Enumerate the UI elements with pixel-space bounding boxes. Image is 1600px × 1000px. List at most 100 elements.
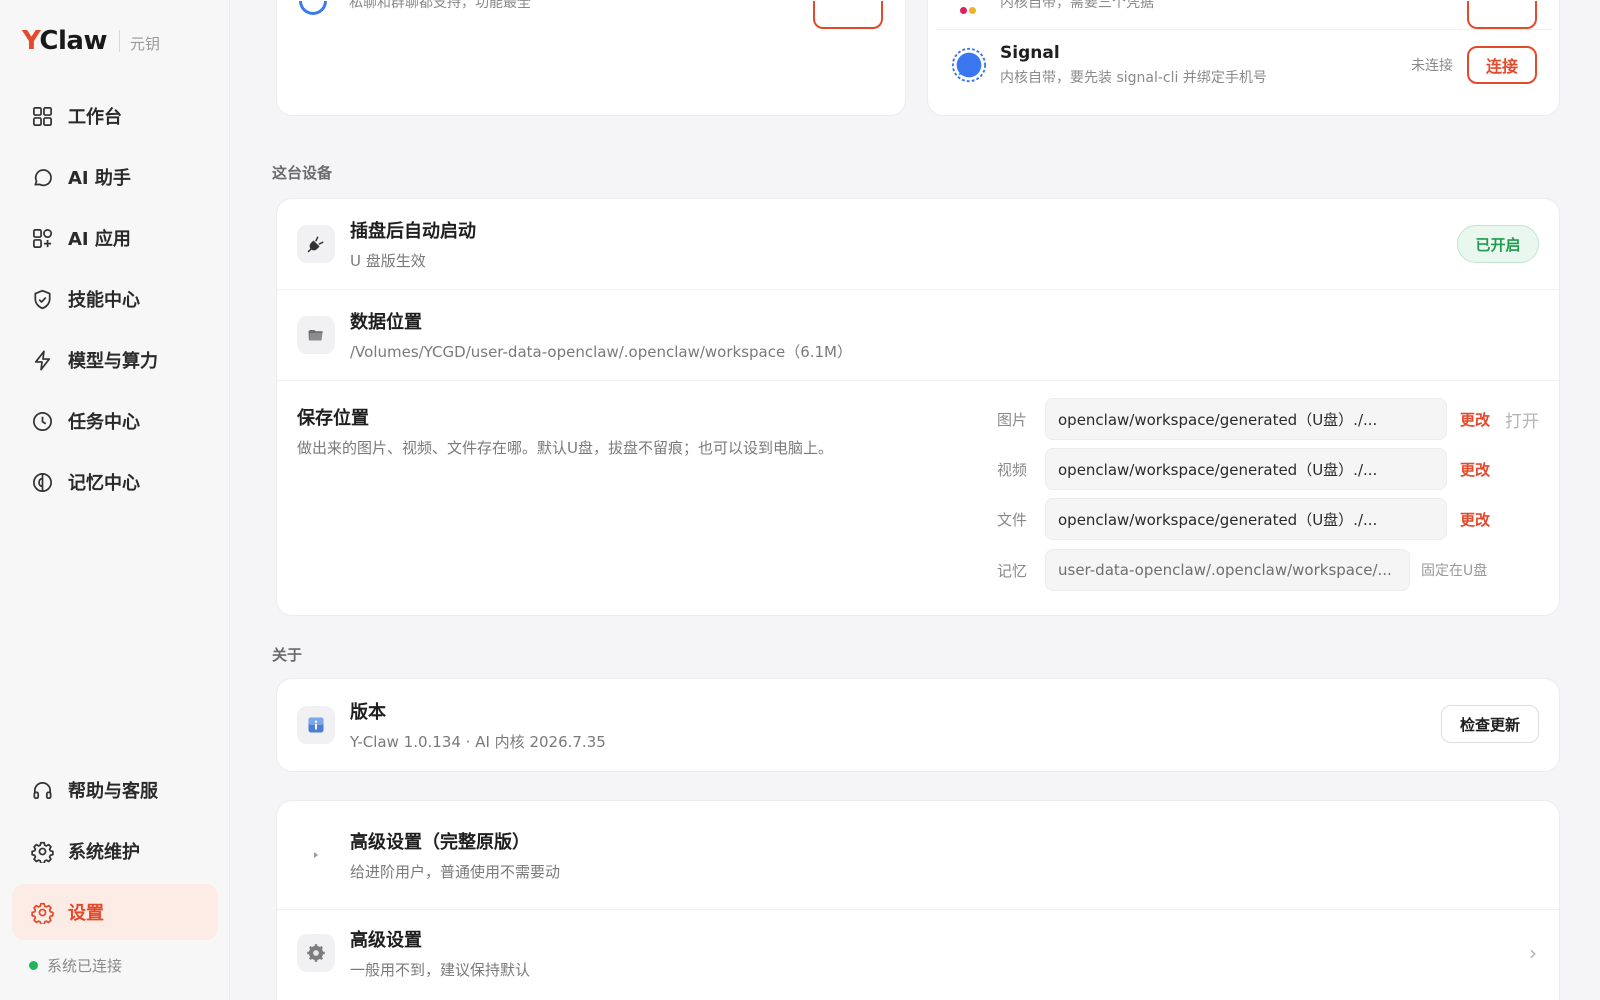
- autostart-title: 插盘后自动启动: [350, 221, 476, 242]
- autostart-row: 插盘后自动启动 U 盘版生效 已开启: [277, 199, 1559, 289]
- status-dot-icon: [29, 961, 38, 970]
- change-files-path-button[interactable]: 更改: [1460, 509, 1490, 530]
- sidebar-item-workbench[interactable]: 工作台: [12, 88, 218, 144]
- advanced-subtitle: 一般用不到，建议保持默认: [350, 961, 531, 979]
- data-location-path: /Volumes/YCGD/user-data-openclaw/.opencl…: [350, 343, 852, 361]
- channel-desc: 私聊和群聊都支持，功能最全: [349, 0, 531, 11]
- images-path-field[interactable]: openclaw/workspace/generated（U盘）./...: [1045, 398, 1447, 440]
- section-label-about: 关于: [272, 646, 303, 664]
- data-location-row: 数据位置 /Volumes/YCGD/user-data-openclaw/.o…: [277, 290, 1559, 380]
- autostart-toggle[interactable]: 已开启: [1457, 225, 1539, 263]
- sidebar-item-label: 设置: [68, 903, 104, 924]
- channel-connect-button[interactable]: [813, 1, 883, 29]
- autostart-subtitle: U 盘版生效: [350, 252, 426, 270]
- advanced-card: 高级设置（完整原版） 给进阶用户，普通使用不需要动 高级设置 一般用不到，建议保…: [276, 800, 1560, 1000]
- sidebar-item-label: 工作台: [68, 107, 122, 128]
- change-videos-path-button[interactable]: 更改: [1460, 459, 1490, 480]
- sidebar-item-label: 技能中心: [68, 290, 140, 311]
- advanced-full-row[interactable]: 高级设置（完整原版） 给进阶用户，普通使用不需要动: [277, 801, 1559, 909]
- sidebar-item-label: 帮助与客服: [68, 781, 158, 802]
- clock-icon: [30, 409, 54, 433]
- headphones-icon: [30, 778, 54, 802]
- sidebar-item-label: 系统维护: [68, 842, 140, 863]
- section-label-device: 这台设备: [272, 164, 333, 182]
- save-row-memory: 记忆 user-data-openclaw/.openclaw/workspac…: [997, 549, 1487, 591]
- version-row: 版本 Y-Claw 1.0.134 · AI 内核 2026.7.35 检查更新: [277, 679, 1559, 771]
- device-settings-card: 插盘后自动启动 U 盘版生效 已开启 数据位置 /Volumes/YCGD/us…: [276, 198, 1560, 616]
- save-row-label: 记忆: [997, 561, 1028, 580]
- channel-desc: 内核自带，要先装 signal-cli 并绑定手机号: [1000, 70, 1267, 86]
- sidebar-item-ai-apps[interactable]: AI 应用: [12, 210, 218, 266]
- signal-logo-icon: [951, 47, 987, 83]
- videos-path-field[interactable]: openclaw/workspace/generated（U盘）./...: [1045, 448, 1447, 490]
- brand-logo: YClaw: [22, 26, 107, 56]
- info-icon: [297, 706, 335, 744]
- sidebar-nav-bottom: 帮助与客服 系统维护 设置: [12, 762, 218, 945]
- divider: [277, 380, 1559, 381]
- save-row-images: 图片 openclaw/workspace/generated（U盘）./...…: [997, 398, 1539, 440]
- sidebar-item-settings[interactable]: 设置: [12, 884, 218, 940]
- save-row-label: 视频: [997, 460, 1028, 479]
- memory-fixed-note: 固定在U盘: [1421, 563, 1488, 579]
- save-row-label: 图片: [997, 410, 1028, 429]
- save-row-label: 文件: [997, 510, 1028, 529]
- open-folder-button[interactable]: 打开: [1505, 407, 1539, 432]
- chat-bubble-icon: [30, 165, 54, 189]
- save-location-title: 保存位置: [297, 408, 369, 429]
- about-card: 版本 Y-Claw 1.0.134 · AI 内核 2026.7.35 检查更新: [276, 678, 1560, 772]
- brand-divider: [118, 30, 120, 52]
- apps-icon: [30, 226, 54, 250]
- shield-check-icon: [30, 287, 54, 311]
- sidebar-item-label: 记忆中心: [68, 473, 140, 494]
- channel-desc: 内核自带，需要三个凭据: [1000, 0, 1154, 11]
- memory-icon: [30, 470, 54, 494]
- save-row-videos: 视频 openclaw/workspace/generated（U盘）./...…: [997, 448, 1490, 490]
- folder-icon: [297, 316, 335, 354]
- app-root: YClaw 元钥 工作台 AI 助手 AI 应用 技能中心 模型与算力 任务中心…: [0, 0, 1600, 1000]
- sidebar-item-label: 任务中心: [68, 412, 140, 433]
- sidebar-item-help[interactable]: 帮助与客服: [12, 762, 218, 818]
- gear-icon: [297, 934, 335, 972]
- save-location-desc: 做出来的图片、视频、文件存在哪。默认U盘，拔盘不留痕；也可以设到电脑上。: [297, 439, 833, 457]
- sidebar-nav: 工作台 AI 助手 AI 应用 技能中心 模型与算力 任务中心 记忆中心: [12, 88, 218, 515]
- channel-logo-icon: [960, 0, 978, 18]
- change-images-path-button[interactable]: 更改: [1460, 409, 1490, 430]
- channel-logo-icon: [299, 1, 327, 15]
- version-title: 版本: [350, 702, 386, 723]
- sidebar-item-maintenance[interactable]: 系统维护: [12, 823, 218, 879]
- system-status-text: 系统已连接: [47, 957, 123, 975]
- sidebar-item-tasks[interactable]: 任务中心: [12, 393, 218, 449]
- brand-subtitle: 元钥: [129, 35, 160, 53]
- connect-button[interactable]: 连接: [1467, 46, 1537, 84]
- main-content: 私聊和群聊都支持，功能最全 内核自带，需要三个凭据 Signal 内核自带，要先…: [230, 0, 1600, 1000]
- grid-icon: [30, 104, 54, 128]
- settings-icon: [30, 900, 54, 924]
- memory-path-field: user-data-openclaw/.openclaw/workspace/.…: [1045, 549, 1410, 591]
- sidebar-item-label: AI 助手: [68, 168, 131, 189]
- divider: [936, 29, 1551, 30]
- data-location-title: 数据位置: [350, 312, 422, 333]
- check-update-button[interactable]: 检查更新: [1441, 705, 1539, 743]
- files-path-field[interactable]: openclaw/workspace/generated（U盘）./...: [1045, 498, 1447, 540]
- channel-card-right: 内核自带，需要三个凭据 Signal 内核自带，要先装 signal-cli 并…: [927, 0, 1560, 116]
- sidebar-item-memory[interactable]: 记忆中心: [12, 454, 218, 510]
- connection-status: 未连接: [1411, 58, 1453, 74]
- channel-card-left: 私聊和群聊都支持，功能最全: [276, 0, 906, 116]
- sidebar-item-models[interactable]: 模型与算力: [12, 332, 218, 388]
- gear-icon: [30, 839, 54, 863]
- sidebar-item-ai-assistant[interactable]: AI 助手: [12, 149, 218, 205]
- sidebar: YClaw 元钥 工作台 AI 助手 AI 应用 技能中心 模型与算力 任务中心…: [0, 0, 230, 1000]
- sidebar-item-skills[interactable]: 技能中心: [12, 271, 218, 327]
- advanced-row[interactable]: 高级设置 一般用不到，建议保持默认 ›: [277, 910, 1559, 996]
- sidebar-item-label: 模型与算力: [68, 351, 158, 372]
- advanced-full-title: 高级设置（完整原版）: [350, 832, 530, 853]
- channel-connect-button[interactable]: [1467, 1, 1537, 29]
- plug-icon: [297, 225, 335, 263]
- chevron-right-icon: ›: [1529, 941, 1537, 965]
- sidebar-item-label: AI 应用: [68, 229, 131, 250]
- advanced-title: 高级设置: [350, 930, 422, 951]
- lightning-icon: [30, 348, 54, 372]
- version-text: Y-Claw 1.0.134 · AI 内核 2026.7.35: [350, 733, 606, 751]
- channel-name: Signal: [1000, 43, 1060, 63]
- channel-row-signal: Signal 内核自带，要先装 signal-cli 并绑定手机号 未连接 连接: [950, 31, 1537, 99]
